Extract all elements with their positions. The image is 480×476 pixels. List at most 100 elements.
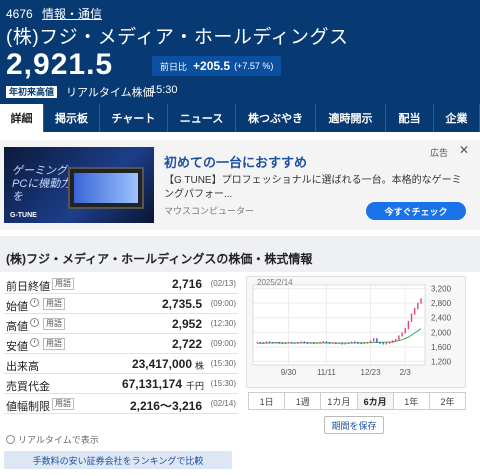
plot-area [252,284,426,366]
info-row-time: (02/14) [210,399,236,408]
info-row-value: 2,216～3,216 [129,399,202,413]
glossary-tag[interactable]: 用語 [52,398,74,410]
glossary-tag[interactable]: 用語 [52,278,74,290]
info-row: 出来高 23,417,000 株 (15:30) [4,354,238,374]
info-row: 前日終値 用語 2,716 (02/13) [4,274,238,294]
info-row-value: 2,716 [171,277,202,291]
info-row: 安値 用語 2,722 (09:00) [4,334,238,354]
company-name: (株)フジ・メディア・ホールディングス [6,27,349,48]
tab-company[interactable]: 企業 [434,104,480,132]
laptop-image [68,167,144,209]
ad-description: 【G TUNE】プロフェッショナルに選ばれる一台。本格的なゲーミングパフォー..… [164,175,462,200]
y-tick-label: 3,200 [431,285,452,294]
info-row-time: (15:30) [210,359,236,368]
info-row-time: (15:30) [210,379,236,388]
info-row-value: 2,952 [171,317,202,331]
ad-image[interactable]: ゲーミングPCに機動力を G-TUNE [4,147,154,223]
info-row-value: 67,131,174 [121,377,182,391]
stock-info-section: (株)フジ・メディア・ホールディングスの株価・株式情報 前日終値 用語 2,716 (… [0,236,480,476]
tab-detail[interactable]: 詳細 [0,104,44,132]
info-row-value: 2,735.5 [161,297,202,311]
info-row-label: 売買代金 [6,381,50,393]
info-row-label: 始値 [6,301,28,313]
industry-link[interactable]: 情報・通信 [42,7,102,21]
ad-cta-button[interactable]: 今すぐチェック [366,202,466,220]
year-high-badge: 年初来高値 [6,86,58,98]
y-tick-label: 1,600 [431,343,452,352]
realtime-note-text: リアルタイムで表示 [18,435,99,445]
info-row-label: 安値 [6,341,28,353]
broker-ranking-button[interactable]: 手数料の安い証券会社をランキングで比較 [4,451,232,469]
x-tick-label: 12/23 [361,368,382,377]
chart-date-label: 2025/2/14 [257,278,293,287]
tab-tweets[interactable]: 株つぶやき [236,104,316,132]
ad-banner[interactable]: ゲーミングPCに機動力を G-TUNE 初めての一台におすすめ 【G TUNE】… [0,140,480,230]
range-option[interactable]: 6カ月 [357,393,394,409]
stock-code-line: 4676 情報・通信 [6,5,102,22]
ad-slogan: ゲーミングPCに機動力を [12,165,72,203]
info-row-label: 前日終値 [6,281,50,293]
range-option[interactable]: 1日 [249,393,286,409]
stock-header: 4676 情報・通信 (株)フジ・メディア・ホールディングス 2,921.5 前… [0,0,480,104]
stock-info-table: 前日終値 用語 2,716 (02/13) 始値 用語 2,735.5 (09:00) 高値 用語… [4,274,238,414]
range-option[interactable]: 1カ月 [321,393,358,409]
ad-sponsor: マウスコンピューター [164,206,255,216]
price-time: 15:30 [150,84,178,96]
clock-icon [6,435,15,444]
y-tick-label: 2,000 [431,328,452,337]
range-option[interactable]: 1週 [285,393,322,409]
tab-bar: 詳細 掲示板 チャート ニュース 株つぶやき 適時開示 配当 企業 [0,104,480,132]
range-selector: 1日 1週 1カ月 6カ月 1年 2年 [248,392,466,410]
x-tick-label: 2/3 [400,368,412,377]
stock-code: 4676 [6,7,33,21]
realtime-note: リアルタイムで表示 [6,433,99,446]
info-row-label: 値幅制限 [6,401,50,413]
change-label: 前日比 [160,61,188,72]
ad-title[interactable]: 初めての一台におすすめ [164,152,307,171]
x-tick-label: 11/11 [317,368,336,377]
realtime-label: リアルタイム株価 [66,87,154,99]
glossary-tag[interactable]: 用語 [43,298,65,310]
y-tick-label: 2,400 [431,314,452,323]
info-row: 値幅制限 用語 2,216～3,216 (02/14) [4,394,238,414]
info-row-time: (09:00) [210,339,236,348]
range-option[interactable]: 1年 [393,393,430,409]
y-tick-label: 2,800 [431,299,452,308]
info-row-time: (02/13) [210,279,236,288]
info-row-time: (12:30) [210,319,236,328]
tab-board[interactable]: 掲示板 [44,104,100,132]
info-row-label: 高値 [6,321,28,333]
info-row-value: 2,722 [171,337,202,351]
y-tick-label: 1,200 [431,357,452,366]
glossary-tag[interactable]: 用語 [43,318,65,330]
info-row: 売買代金 67,131,174 千円 (15:30) [4,374,238,394]
info-row: 始値 用語 2,735.5 (09:00) [4,294,238,314]
section-title: (株)フジ・メディア・ホールディングスの株価・株式情報 [6,252,313,266]
info-row-label: 出来高 [6,361,39,373]
close-icon[interactable]: ✕ [459,143,469,157]
change-value: +205.5 [193,59,231,73]
info-row-unit: 株 [194,361,204,371]
x-tick-label: 9/30 [281,368,297,377]
info-row-unit: 千円 [185,381,204,391]
tab-news[interactable]: ニュース [168,104,236,132]
range-option[interactable]: 2年 [429,393,466,409]
save-range-button[interactable]: 期間を保存 [324,416,384,434]
stock-info-panel: 前日終値 用語 2,716 (02/13) 始値 用語 2,735.5 (09:00) 高値 用語… [0,272,480,476]
glossary-tag[interactable]: 用語 [43,338,65,350]
clock-icon [30,318,39,327]
stock-price: 2,921.5 [6,48,114,81]
price-chart[interactable]: 1,200 1,600 2,000 2,400 2,800 3,200 2025/2/14 9… [246,276,466,388]
tab-dividend[interactable]: 配当 [386,104,434,132]
ad-label: 広告 [430,148,449,158]
tab-disclosure[interactable]: 適時開示 [316,104,386,132]
tab-chart[interactable]: チャート [100,104,168,132]
info-row-value: 23,417,000 [131,357,192,371]
info-row-time: (09:00) [210,299,236,308]
info-row: 高値 用語 2,952 (12:30) [4,314,238,334]
clock-icon [30,298,39,307]
price-change-box: 前日比 +205.5 (+7.57 %) [152,56,282,76]
change-percent: (+7.57 %) [234,61,274,71]
chart-svg: 1,200 1,600 2,000 2,400 2,800 3,200 2025/2/14 9… [252,278,452,377]
clock-icon [30,338,39,347]
